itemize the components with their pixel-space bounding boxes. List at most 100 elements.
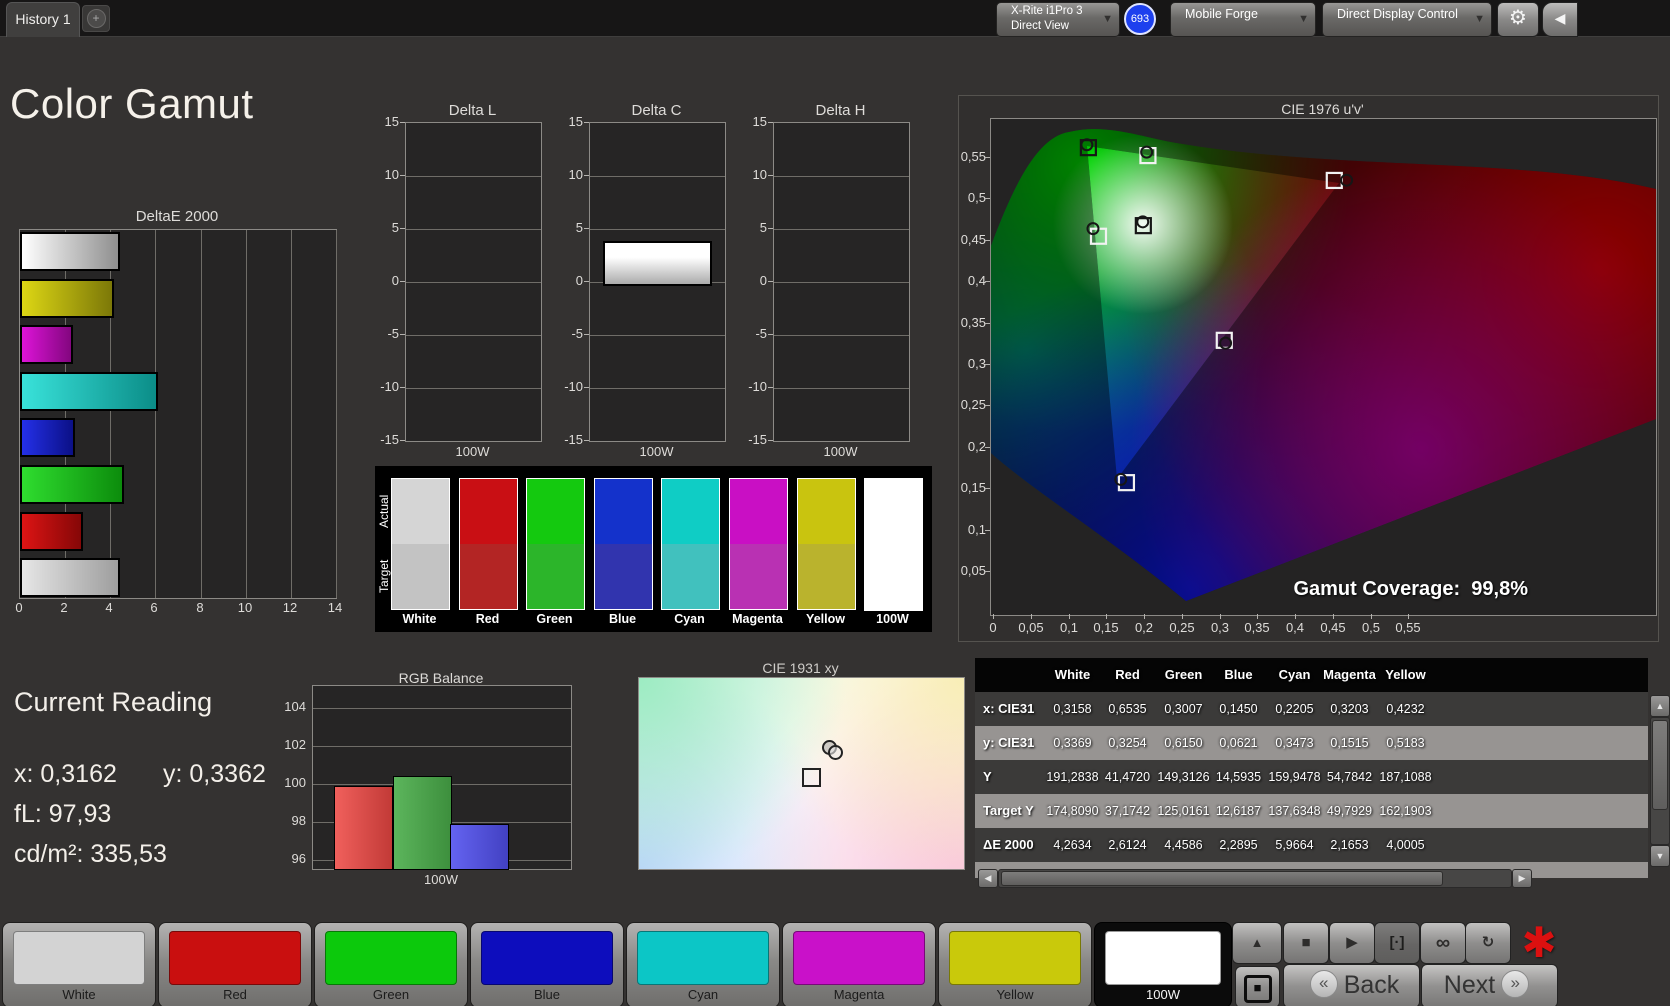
cie1976-y-tick: 0,25: [944, 397, 986, 412]
y-tick-mark: [584, 175, 589, 176]
table-vertical-scroll-thumb[interactable]: [1652, 720, 1668, 810]
y-tick-mark: [768, 387, 773, 388]
collapse-panel-button[interactable]: ◀: [1542, 2, 1578, 37]
gridline: [201, 230, 202, 598]
refresh-button[interactable]: ↻: [1465, 922, 1511, 964]
loop-button[interactable]: ∞: [1420, 922, 1466, 964]
delta-x-label: 100W: [589, 444, 724, 459]
source-dropdown[interactable]: Mobile Forge ▼: [1170, 2, 1316, 37]
column-header-magenta: Magenta: [1322, 658, 1377, 692]
deltae2000-chart-title: DeltaE 2000: [19, 208, 335, 225]
rgb-y-tick: 100: [272, 775, 306, 790]
y-tick-mark: [584, 334, 589, 335]
patch-button-magenta[interactable]: Magenta: [782, 922, 936, 1006]
settings-button[interactable]: ⚙: [1497, 2, 1539, 37]
rgb-bar-blue: [450, 824, 509, 870]
y-tick-mark: [400, 175, 405, 176]
display-control-dropdown[interactable]: Direct Display Control ▼: [1322, 2, 1492, 37]
deltae2000-x-tick: 2: [49, 600, 79, 615]
table-scroll-left-button[interactable]: ◀: [978, 869, 998, 888]
row-label: ΔE 2000: [983, 828, 1034, 862]
cie1976-y-tick: 0,2: [944, 439, 986, 454]
tab-history-1[interactable]: History 1: [6, 2, 80, 37]
swatch-actual-magenta: [729, 478, 788, 544]
y-tick-mark: [400, 281, 405, 282]
patch-button-green[interactable]: Green: [314, 922, 468, 1006]
table-scroll-right-button[interactable]: ▶: [1512, 869, 1532, 888]
patch-button-yellow[interactable]: Yellow: [938, 922, 1092, 1006]
patch-button-red[interactable]: Red: [158, 922, 312, 1006]
next-button[interactable]: Next»: [1421, 964, 1558, 1006]
current-reading-title: Current Reading: [14, 687, 212, 718]
x-tick-mark: [1408, 614, 1409, 619]
source-status-stripe: [1174, 6, 1179, 31]
cie1976-y-tick: 0,55: [944, 149, 986, 164]
y-tick-mark: [985, 281, 990, 282]
column-header-blue: Blue: [1211, 658, 1266, 692]
patch-button-blue[interactable]: Blue: [470, 922, 624, 1006]
delta-x-label: 100W: [773, 444, 908, 459]
table-scroll-down-button[interactable]: ▼: [1650, 845, 1670, 867]
patch-button-100w[interactable]: 100W: [1094, 922, 1232, 1006]
table-row-2: Y191,283841,4720149,312614,5935159,94785…: [975, 760, 1648, 794]
swatch-target-cyan: [661, 544, 720, 610]
x-tick-mark: [1069, 614, 1070, 619]
patch-level-up-button[interactable]: ▲: [1232, 922, 1282, 964]
swatch-label-cyan: Cyan: [655, 612, 724, 626]
stop-measure-button[interactable]: ■: [1235, 966, 1280, 1006]
patch-label: Cyan: [627, 987, 779, 1002]
cell: 0,3007: [1152, 692, 1215, 726]
gridline: [406, 335, 541, 336]
swatch-actual-green: [526, 478, 585, 544]
y-tick-mark: [400, 122, 405, 123]
meter-name: X-Rite i1Pro 3: [1011, 5, 1083, 17]
cell: 4,4586: [1152, 828, 1215, 862]
cie1931-chromaticity-zoom: [638, 677, 965, 870]
cie1976-y-tick: 0,35: [944, 315, 986, 330]
meter-dropdown[interactable]: X-Rite i1Pro 3 Direct View ▼: [996, 2, 1120, 37]
table-scroll-up-button[interactable]: ▲: [1650, 695, 1670, 717]
y-tick-mark: [985, 323, 990, 324]
delta-y-tick: 0: [363, 273, 399, 288]
column-header-yellow: Yellow: [1378, 658, 1433, 692]
cie1976-chromaticity-diagram: [990, 118, 1657, 616]
swatch-actual-blue: [594, 478, 653, 544]
swatch-actual-cyan: [661, 478, 720, 544]
deltae2000-x-tick: 10: [230, 600, 260, 615]
cell: 0,3158: [1041, 692, 1104, 726]
gridline: [590, 388, 725, 389]
delta-y-tick: -10: [731, 379, 767, 394]
swatch-label-blue: Blue: [588, 612, 657, 626]
gridline: [406, 282, 541, 283]
delta-y-tick: -10: [363, 379, 399, 394]
column-header-green: Green: [1156, 658, 1211, 692]
gridline: [590, 229, 725, 230]
play-button[interactable]: ▶: [1329, 922, 1375, 964]
x-tick-mark: [1031, 614, 1032, 619]
table-horizontal-scroll-thumb[interactable]: [1001, 871, 1443, 886]
swatch-100w: [864, 478, 923, 611]
back-button[interactable]: «Back: [1283, 964, 1420, 1006]
cie1976-y-tick: 0,5: [944, 190, 986, 205]
rgb-y-tick: 104: [272, 699, 306, 714]
deltae2000-x-tick: 8: [185, 600, 215, 615]
patch-button-white[interactable]: White: [2, 922, 156, 1006]
meter-mode: Direct View: [1011, 20, 1069, 32]
interval-button[interactable]: [·]: [1374, 922, 1420, 964]
add-tab-button[interactable]: +: [82, 5, 110, 32]
gear-icon: ⚙: [1509, 7, 1527, 29]
swatch-actual-white: [391, 478, 450, 544]
swatch-label-yellow: Yellow: [791, 612, 860, 626]
row-label: Y: [983, 760, 992, 794]
cie1976-x-tick: 0,35: [1237, 620, 1277, 635]
alert-asterisk-icon: ✱: [1516, 920, 1562, 966]
patch-button-cyan[interactable]: Cyan: [626, 922, 780, 1006]
cell: 0,1450: [1207, 692, 1270, 726]
x-tick-mark: [1371, 614, 1372, 619]
stop-button[interactable]: ■: [1283, 922, 1329, 964]
delta-y-tick: 5: [363, 220, 399, 235]
column-header-red: Red: [1100, 658, 1155, 692]
cell: 0,3254: [1096, 726, 1159, 760]
column-header-cyan: Cyan: [1267, 658, 1322, 692]
chevron-down-icon: ▼: [1474, 13, 1485, 25]
